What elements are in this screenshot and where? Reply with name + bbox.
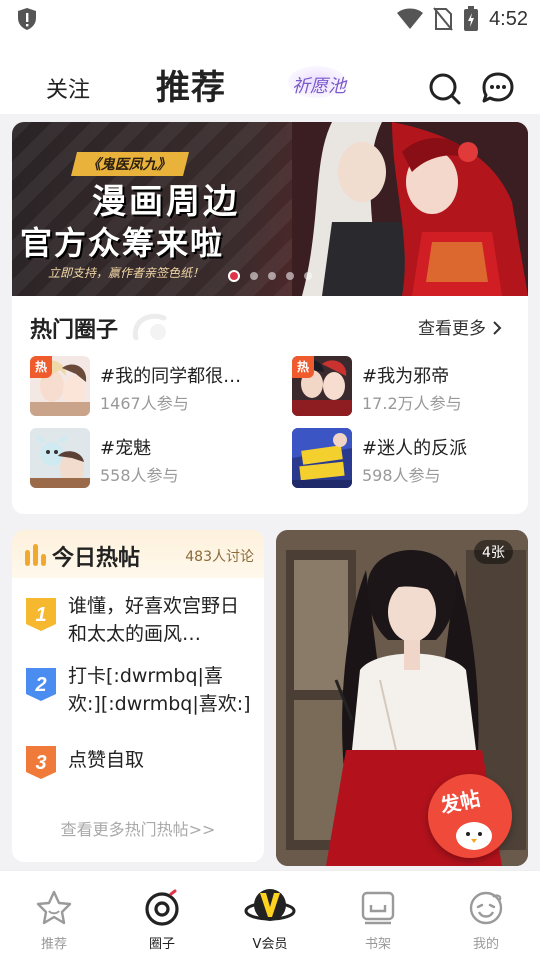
tab-follow[interactable]: 关注 xyxy=(46,72,90,104)
pagination-dot[interactable] xyxy=(268,272,276,280)
banner-tag: 《鬼医凤九》 xyxy=(71,152,189,176)
hot-posts-header: 今日热帖 483人讨论 xyxy=(12,530,264,578)
circle-thumbnail xyxy=(30,428,90,488)
rank-2-badge: 2 xyxy=(26,668,56,701)
tab-label: 我的 xyxy=(472,937,499,952)
see-more-label: 查看更多 xyxy=(418,319,486,339)
tab-label: V会员 xyxy=(252,937,288,952)
tab-recommend[interactable]: 推荐 xyxy=(156,60,226,109)
hot-posts-card: 今日热帖 483人讨论 1 谁懂，好喜欢宫野日和太太的画风… 2 打卡[:dwr… xyxy=(12,530,264,862)
circle-name: #我为邪帝 xyxy=(362,366,450,387)
tab-bookshelf-bottom[interactable]: 书架 xyxy=(324,871,432,960)
chevron-right-icon xyxy=(493,321,502,335)
promo-banner[interactable]: 《鬼医凤九》 漫画周边 官方众筹来啦 立即支持，赢作者亲签色纸！ xyxy=(12,122,528,296)
see-more-link[interactable]: 查看更多 xyxy=(418,314,503,339)
circle-participants: 558人参与 xyxy=(100,466,179,485)
wish-pool-button[interactable]: 祈愿池 xyxy=(282,62,352,102)
pagination-dot-active[interactable] xyxy=(228,270,240,282)
new-post-button[interactable]: 发帖 xyxy=(428,774,512,858)
bottom-tab-bar: 推荐 圈子 V会员 书架 我的 xyxy=(0,870,540,960)
banner-artwork xyxy=(292,122,528,296)
top-nav: 关注 推荐 祈愿池 xyxy=(0,36,540,114)
search-icon[interactable] xyxy=(428,72,462,106)
discussion-count: 483人讨论 xyxy=(185,549,254,565)
hot-circles-title: 热门圈子 xyxy=(30,318,119,343)
circle-participants: 1467人参与 xyxy=(100,394,189,413)
circle-name: #宠魅 xyxy=(100,438,152,459)
bookshelf-icon xyxy=(361,891,395,925)
image-count-badge: 4张 xyxy=(474,540,513,564)
svg-text:2: 2 xyxy=(34,674,46,696)
svg-text:3: 3 xyxy=(35,752,46,774)
vinyl-record-icon xyxy=(145,889,179,926)
smiley-icon xyxy=(469,891,503,925)
pagination-dot[interactable] xyxy=(250,272,258,280)
tab-profile-bottom[interactable]: 我的 xyxy=(432,871,540,960)
circle-item[interactable]: 热 #我的同学都很… 1467人参与 xyxy=(30,356,270,418)
circle-item[interactable]: 热 #我为邪帝 17.2万人参与 xyxy=(292,356,528,418)
swirl-decoration-icon xyxy=(132,313,167,340)
bar-chart-icon xyxy=(25,544,46,566)
star-icon xyxy=(36,890,72,925)
banner-headline-2: 官方众筹来啦 xyxy=(20,224,225,262)
circle-item[interactable]: #宠魅 558人参与 xyxy=(30,428,270,490)
hot-post-item[interactable]: 1 谁懂，好喜欢宫野日和太太的画风… xyxy=(24,592,254,652)
banner-headline-1: 漫画周边 xyxy=(92,182,240,222)
message-icon[interactable] xyxy=(482,72,514,104)
status-bar: 4:52 xyxy=(0,0,540,36)
battery-icon xyxy=(464,6,479,31)
circle-item[interactable]: #迷人的反派 598人参与 xyxy=(292,428,528,490)
circle-thumbnail xyxy=(292,428,352,488)
photo-post-card[interactable]: 4张 发帖 xyxy=(276,530,528,866)
pagination-dot[interactable] xyxy=(304,272,312,280)
circle-name: #我的同学都很… xyxy=(100,366,242,387)
svg-text:1: 1 xyxy=(35,604,46,626)
vip-planet-icon xyxy=(244,889,296,921)
more-hot-posts-link[interactable]: 查看更多热门热帖>> xyxy=(12,816,264,840)
circle-participants: 17.2万人参与 xyxy=(362,394,462,413)
hot-badge: 热 xyxy=(30,356,52,378)
shield-icon xyxy=(18,8,36,30)
banner-subtitle: 立即支持，赢作者亲签色纸！ xyxy=(48,266,205,280)
hot-post-text: 点赞自取 xyxy=(68,749,145,771)
hot-post-item[interactable]: 2 打卡[:dwrmbq|喜欢:][:dwrmbq|喜欢:] xyxy=(24,662,254,722)
recommend-card: 《鬼医凤九》 漫画周边 官方众筹来啦 立即支持，赢作者亲签色纸！ 热门圈子 查看… xyxy=(12,122,528,514)
hot-badge: 热 xyxy=(292,356,314,378)
hot-post-text: 打卡[:dwrmbq|喜欢:][:dwrmbq|喜欢:] xyxy=(68,665,251,715)
circle-name: #迷人的反派 xyxy=(362,438,468,459)
wish-pool-label: 祈愿池 xyxy=(292,76,346,97)
rank-3-badge: 3 xyxy=(26,746,56,779)
rank-1-badge: 1 xyxy=(26,598,56,631)
no-sim-icon xyxy=(433,7,453,31)
tab-label: 推荐 xyxy=(40,937,67,952)
tab-label: 圈子 xyxy=(148,937,175,952)
wifi-icon xyxy=(397,8,424,29)
clock: 4:52 xyxy=(489,7,528,30)
tab-label: 书架 xyxy=(364,937,391,952)
banner-pagination xyxy=(228,270,312,282)
hot-post-item[interactable]: 3 点赞自取 xyxy=(24,740,254,780)
chick-mascot-icon xyxy=(456,822,492,850)
hot-posts-title: 今日热帖 xyxy=(52,546,141,571)
hot-post-text: 谁懂，好喜欢宫野日和太太的画风… xyxy=(68,595,240,645)
pagination-dot[interactable] xyxy=(286,272,294,280)
tab-circles-bottom[interactable]: 圈子 xyxy=(108,871,216,960)
tab-vip-bottom[interactable]: V会员 xyxy=(216,871,324,960)
tab-recommend-bottom[interactable]: 推荐 xyxy=(0,871,108,960)
circle-participants: 598人参与 xyxy=(362,466,441,485)
